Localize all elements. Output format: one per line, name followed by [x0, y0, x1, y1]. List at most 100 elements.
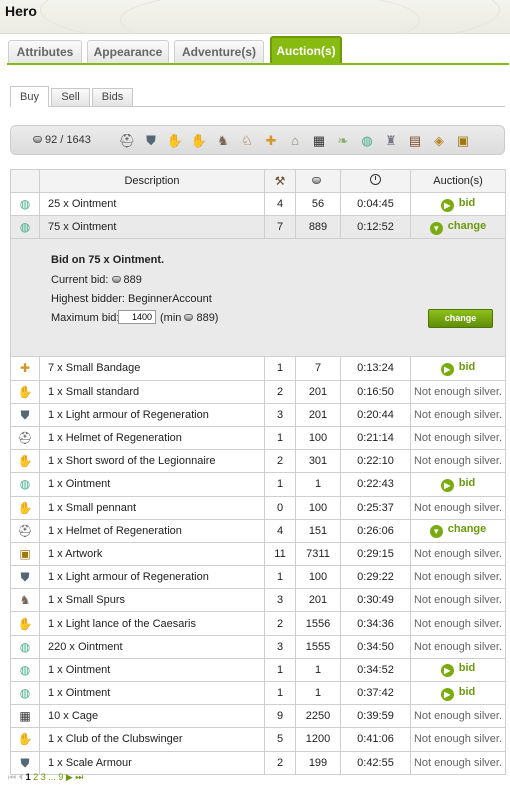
scroll-icon[interactable]: ❧	[334, 132, 352, 150]
tab-attributes[interactable]: Attributes	[8, 40, 82, 64]
column-header-price[interactable]	[295, 169, 341, 193]
bid-count: 2	[264, 611, 296, 636]
page-link[interactable]: 9	[58, 772, 63, 782]
horse-icon[interactable]: ♘	[238, 132, 256, 150]
table-row[interactable]: ✋ 1 x Small standard 2 201 0:16:50 Not enough…	[10, 379, 506, 404]
table-row[interactable]: ✋ 1 x Small pennant 0 100 0:25:37 Not enough …	[10, 495, 506, 520]
bid-button[interactable]: ▶ bid	[440, 686, 475, 701]
last-page-icon[interactable]: ⏭	[75, 772, 83, 782]
shoes-icon: ♞	[19, 593, 31, 608]
bid-label: bid	[458, 360, 476, 373]
subtab-bids[interactable]: Bids	[92, 88, 133, 106]
bid-count: 3	[264, 402, 296, 427]
table-row[interactable]: ✋ 1 x Short sword of the Legionnaire 2 301 0…	[10, 449, 506, 474]
item-icon-cell: ⛊	[10, 402, 40, 427]
bid-panel: Bid on 75 x Ointment. Current bid: 889 Hig…	[10, 238, 506, 358]
current-bid: Current bid: 889	[51, 274, 142, 286]
time-left: 0:41:06	[340, 727, 411, 752]
arrow-down-icon: ▼	[429, 221, 443, 235]
subtab-sell[interactable]: Sell	[51, 88, 90, 106]
bid-button[interactable]: ▶ bid	[440, 662, 475, 678]
item-description: 1 x Ointment	[39, 680, 265, 706]
item-description: 1 x Helmet of Regeneration	[39, 425, 265, 451]
table-row[interactable]: ⛊ 1 x Light armour of Regeneration 1 100 0:2…	[10, 565, 506, 590]
subtab-buy[interactable]: Buy	[10, 86, 49, 107]
price: 1200	[295, 727, 341, 752]
bandage-icon[interactable]: ✚	[262, 132, 280, 150]
item-icon-cell: ✋	[10, 449, 40, 474]
bid-button[interactable]: ▶ bid	[440, 477, 475, 492]
item-description: 1 x Light armour of Regeneration	[39, 402, 265, 427]
current-bid-label: Current bid:	[51, 274, 109, 287]
table-row[interactable]: ◍ 1 x Ointment 1 1 0:34:52 ▶ bid	[10, 657, 506, 683]
left-hand-icon[interactable]: ✋	[166, 132, 184, 150]
status-text: Not enough silver.	[413, 756, 503, 769]
tab-adventures[interactable]: Adventure(s)	[174, 40, 264, 64]
table-row[interactable]: ◍ 1 x Ointment 1 1 0:37:42 ▶ bid	[10, 680, 506, 706]
item-icon-cell: ▣	[10, 541, 40, 567]
column-header-time[interactable]	[340, 169, 411, 193]
ointment-icon: ◍	[19, 477, 31, 492]
price: 1	[295, 680, 341, 706]
filter-bar: 92 / 1643 ⛑ ⛊ ✋ ✋ ♞ ♘ ✚ ⌂ ▦ ❧ ◍ ♜ ▤ ◈ ▣	[10, 125, 505, 155]
column-header-bids[interactable]: ⚒	[264, 169, 296, 193]
table-row[interactable]: ▣ 1 x Artwork 11 7311 0:29:15 Not enough silv…	[10, 541, 506, 567]
time-left: 0:30:49	[340, 588, 411, 613]
arrow-right-icon: ▶	[440, 478, 454, 492]
artwork-icon[interactable]: ▣	[454, 132, 472, 150]
table-row[interactable]: ⛑ 1 x Helmet of Regeneration 4 151 0:26:06 ▼ c…	[10, 518, 506, 543]
column-header-icon	[10, 169, 40, 193]
status-text: Not enough silver.	[413, 501, 503, 514]
bid-button[interactable]: ▶ bid	[440, 197, 475, 212]
change-button[interactable]: ▼ change	[429, 220, 486, 235]
page-link[interactable]: 2	[33, 772, 38, 782]
table-row[interactable]: ◍ 220 x Ointment 3 1555 0:34:50 Not enough si…	[10, 634, 506, 659]
bid-count: 2	[264, 750, 296, 775]
table-row[interactable]: ✋ 1 x Light lance of the Caesaris 2 1556 0:3…	[10, 611, 506, 636]
auction-action: ▶ bid	[410, 680, 506, 706]
table-row[interactable]: ✚ 7 x Small Bandage 1 7 0:13:24 ▶ bid	[10, 356, 506, 381]
max-bid-input[interactable]	[118, 310, 156, 325]
table-row[interactable]: ♞ 1 x Small Spurs 3 201 0:30:49 Not enough si…	[10, 588, 506, 613]
price: 100	[295, 495, 341, 520]
time-left: 0:29:15	[340, 541, 411, 567]
item-description: 7 x Small Bandage	[39, 356, 265, 381]
item-icon-cell: ◍	[10, 191, 40, 217]
bid-button[interactable]: ▶ bid	[440, 360, 476, 376]
bid-count: 2	[264, 379, 296, 404]
silver-coin-icon	[312, 177, 321, 184]
book-icon[interactable]: ▤	[406, 132, 424, 150]
page-link[interactable]: 3	[41, 772, 46, 782]
change-bid-button[interactable]: change	[428, 309, 493, 329]
table-row[interactable]: ◍ 25 x Ointment 4 56 0:04:45 ▶ bid	[10, 191, 506, 217]
armour-icon[interactable]: ⛊	[142, 132, 160, 150]
table-row[interactable]: ⛊ 1 x Light armour of Regeneration 3 201 0:2…	[10, 402, 506, 427]
shoes-icon[interactable]: ♞	[214, 132, 232, 150]
table-row[interactable]: ⛊ 1 x Scale Armour 2 199 0:42:55 Not enough s…	[10, 750, 506, 775]
item-description: 1 x Scale Armour	[39, 750, 265, 775]
tablet-icon[interactable]: ◈	[430, 132, 448, 150]
tab-appearance[interactable]: Appearance	[87, 40, 169, 64]
right-hand-icon: ✋	[17, 732, 33, 747]
tab-auctions[interactable]: Auction(s)	[270, 36, 342, 64]
next-page-icon[interactable]: ▶	[66, 772, 73, 782]
column-header-description[interactable]: Description	[39, 169, 265, 193]
item-description: 1 x Ointment	[39, 657, 265, 683]
right-hand-icon: ✋	[17, 454, 33, 469]
cage-icon[interactable]: ▦	[310, 132, 328, 150]
helmet-icon[interactable]: ⛑	[118, 132, 136, 150]
price: 56	[295, 191, 341, 217]
status-text: Not enough silver.	[413, 571, 503, 584]
table-row[interactable]: ◍ 75 x Ointment 7 889 0:12:52 ▼ change	[10, 215, 506, 240]
table-row[interactable]: ▦ 10 x Cage 9 2250 0:39:59 Not enough silver.	[10, 704, 506, 729]
right-hand-icon[interactable]: ✋	[190, 132, 208, 150]
ointment-icon[interactable]: ◍	[358, 132, 376, 150]
table-row[interactable]: ✋ 1 x Club of the Clubswinger 5 1200 0:41:06…	[10, 727, 506, 752]
table-row[interactable]: ◍ 1 x Ointment 1 1 0:22:43 ▶ bid	[10, 472, 506, 497]
change-button[interactable]: ▼ change	[429, 523, 486, 539]
bucket-icon[interactable]: ♜	[382, 132, 400, 150]
bird-cage-icon[interactable]: ⌂	[286, 132, 304, 150]
table-row[interactable]: ⛑ 1 x Helmet of Regeneration 1 100 0:21:14 No…	[10, 425, 506, 451]
status-text: Not enough silver.	[413, 640, 503, 653]
clock-icon	[370, 174, 381, 185]
